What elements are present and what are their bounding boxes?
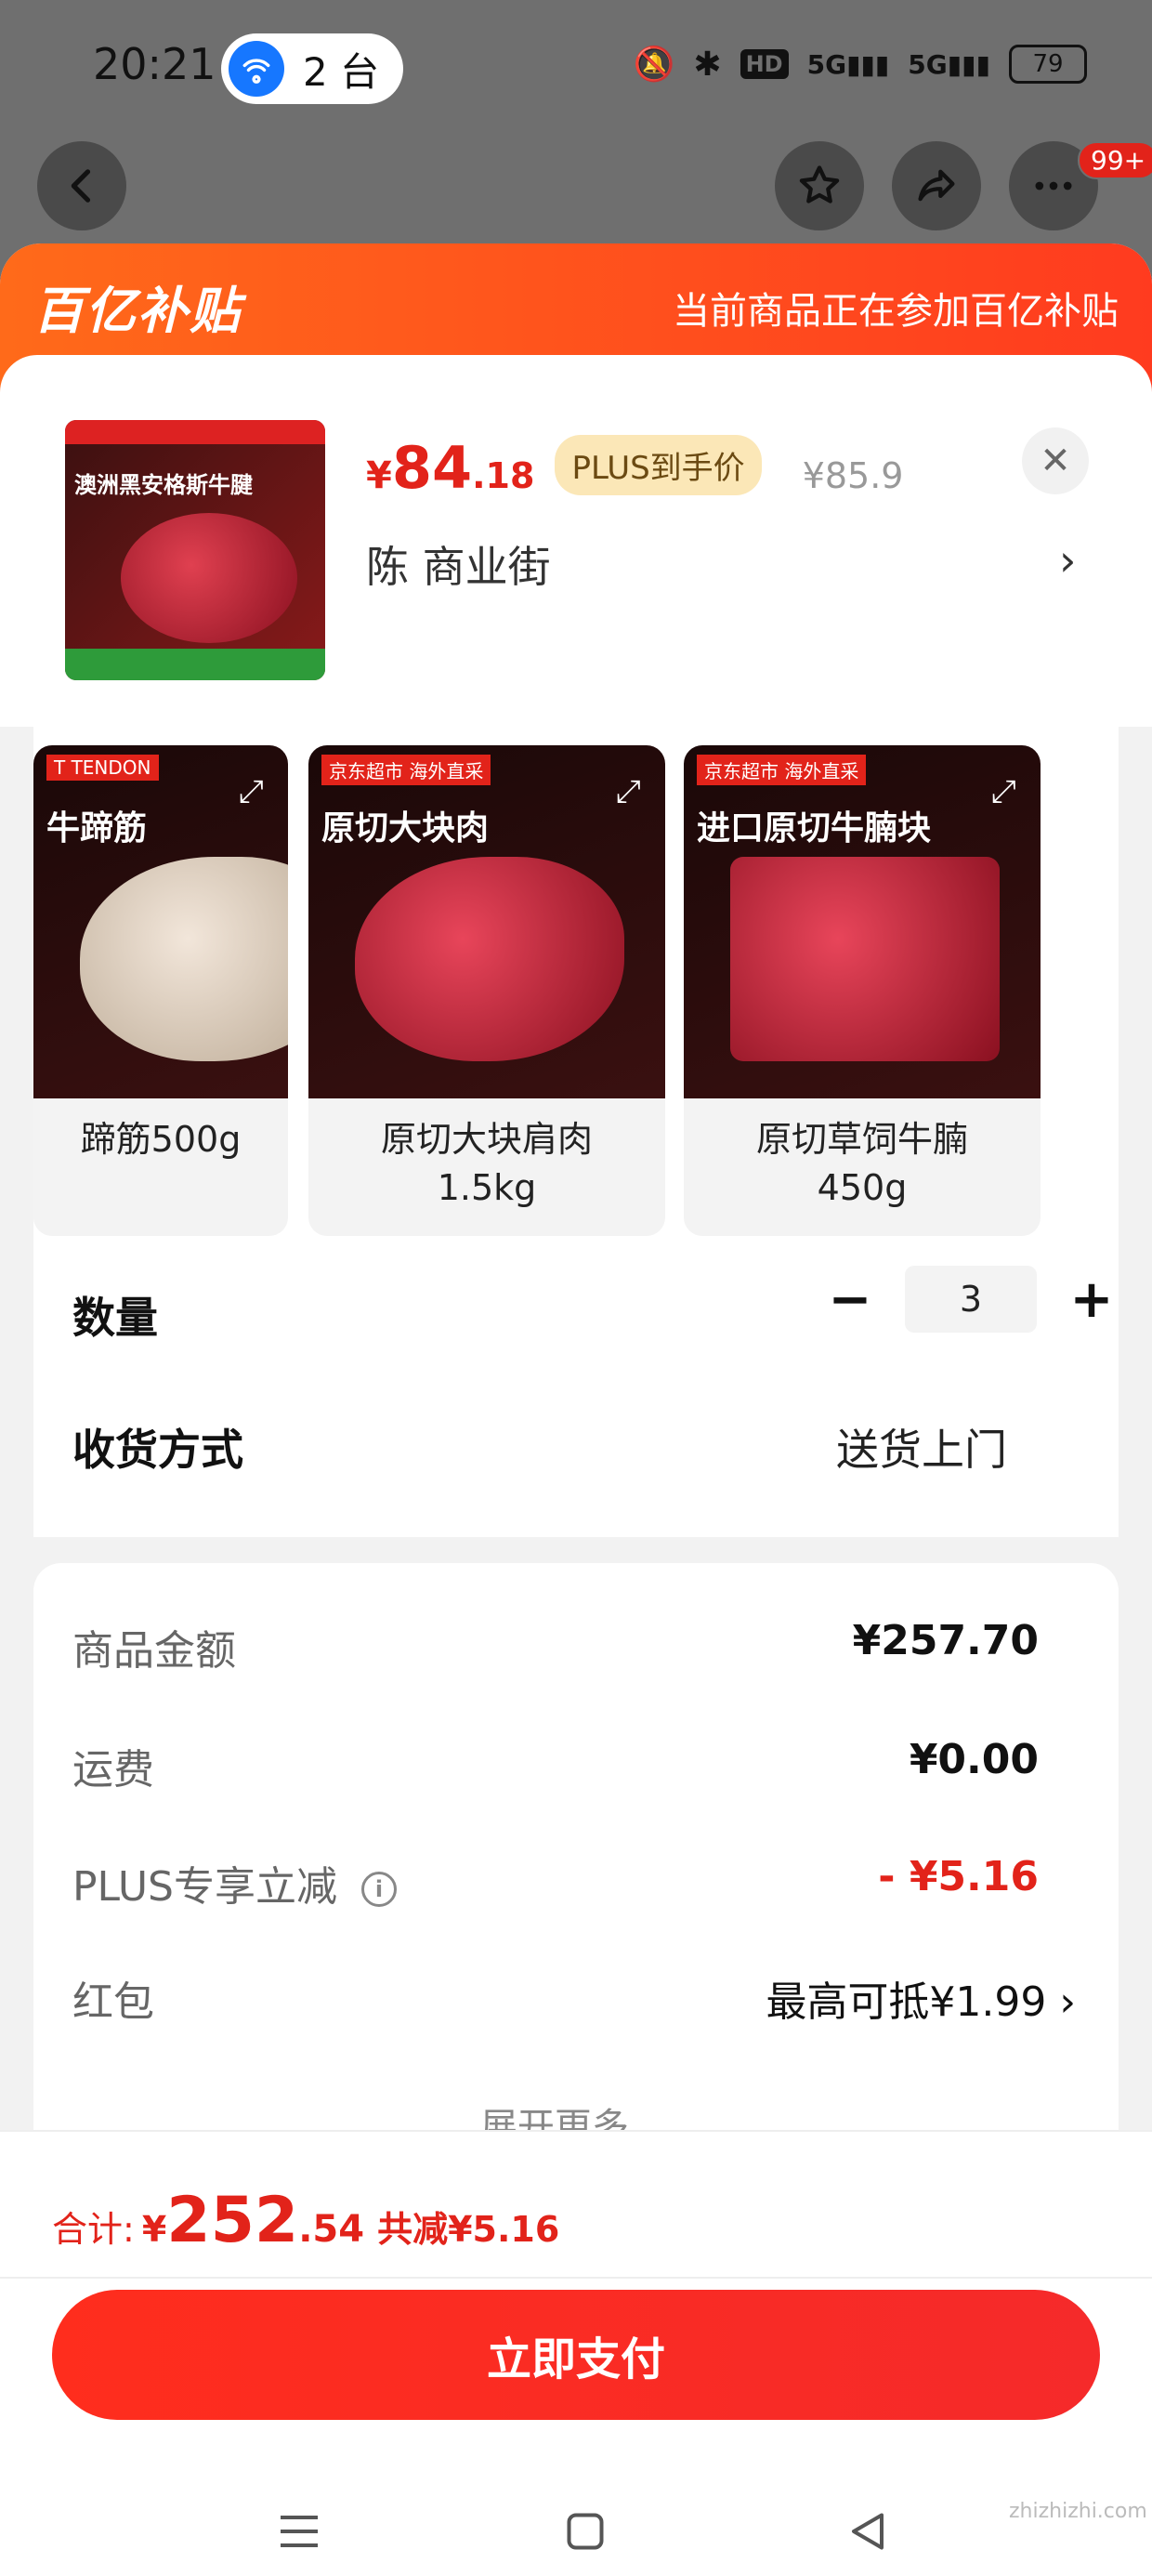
price-row: ¥ 84 .18 PLUS到手价 ¥85.9 (366, 434, 903, 505)
info-icon[interactable]: i (361, 1872, 397, 1907)
goods-amount-row: 商品金额 ¥257.70 (72, 1617, 1076, 1676)
variant-label: 蹄筋500g (80, 1119, 242, 1160)
watermark: zhizhizhi.com (1009, 2500, 1147, 2523)
freight-row: 运费 ¥0.00 (72, 1736, 1076, 1795)
freight-value: ¥0.00 (909, 1736, 1039, 1783)
favorite-button[interactable] (775, 141, 864, 230)
status-bar: 20:21 2 台 🔕 ✱ HD 5G▮▮▮ 5G▮▮▮ 79 (0, 0, 1152, 139)
variant-image: T TENDON 牛蹄筋 ⤢ (33, 745, 288, 1098)
purchase-sheet: 百亿补贴 当前商品正在参加百亿补贴 澳洲黑安格斯牛腱 ¥ 84 .18 PLUS… (0, 243, 1152, 2576)
back-icon[interactable] (840, 2504, 896, 2559)
plus-discount-value: - ¥5.16 (878, 1853, 1039, 1900)
red-packet-row[interactable]: 红包 最高可抵¥1.99 › (72, 1968, 1076, 2028)
variant-image-title: 进口原切牛腩块 (697, 809, 932, 848)
variant-selector: T TENDON 牛蹄筋 ⤢ 蹄筋500g 京东超市 海外直采 原切大块肉 ⤢ … (33, 719, 1119, 1537)
total-label: 合计: (52, 2209, 135, 2250)
close-button[interactable]: ✕ (1022, 427, 1089, 494)
product-thumbnail[interactable]: 澳洲黑安格斯牛腱 (65, 420, 325, 680)
price-decimal: .18 (472, 455, 535, 496)
shipping-method[interactable]: 送货上门 (836, 1416, 1007, 1478)
variant-tag: 京东超市 海外直采 (697, 755, 867, 785)
plus-price-tag: PLUS到手价 (555, 435, 762, 495)
close-icon: ✕ (1040, 440, 1071, 482)
subsidy-logo: 百亿补贴 (33, 282, 242, 340)
red-packet-label: 红包 (72, 1978, 154, 2026)
system-icons: 🔕 ✱ HD 5G▮▮▮ 5G▮▮▮ 79 (634, 45, 1087, 84)
home-icon[interactable] (557, 2504, 613, 2559)
expand-icon[interactable]: ⤢ (239, 773, 264, 810)
battery-icon: 79 (1009, 45, 1087, 84)
subsidy-notice: 当前商品正在参加百亿补贴 (673, 290, 1119, 333)
total-symbol: ¥ (141, 2209, 167, 2250)
total-saved: 共减¥5.16 (377, 2209, 560, 2250)
variant-label: 原切草饲牛腩 450g (755, 1119, 968, 1208)
hotspot-indicator[interactable]: 2 台 (221, 33, 403, 104)
goods-amount-value: ¥257.70 (852, 1617, 1039, 1664)
share-button[interactable] (892, 141, 981, 230)
variant-image-title: 牛蹄筋 (46, 809, 148, 848)
quantity-stepper: − 3 + (818, 1266, 1124, 1333)
variant-tag: 京东超市 海外直采 (321, 755, 491, 785)
clock: 20:21 (93, 39, 216, 89)
system-nav-bar (0, 2476, 1152, 2576)
quantity-input[interactable]: 3 (905, 1266, 1037, 1333)
variant-card[interactable]: T TENDON 牛蹄筋 ⤢ 蹄筋500g (33, 745, 288, 1236)
variant-image-title: 原切大块肉 (321, 809, 490, 848)
expand-icon[interactable]: ⤢ (616, 773, 641, 810)
increment-button[interactable]: + (1059, 1269, 1124, 1330)
checkout-bar: 合计: ¥ 252 .54 共减¥5.16 立即支付 (0, 2130, 1152, 2576)
original-price: ¥85.9 (802, 455, 904, 496)
variant-image: 京东超市 海外直采 原切大块肉 ⤢ (308, 745, 665, 1098)
more-dots-icon (1035, 181, 1072, 191)
menu-icon[interactable] (271, 2504, 327, 2559)
hotspot-count: 2 台 (303, 48, 380, 95)
shipping-label: 收货方式 (72, 1425, 243, 1475)
hd-icon: HD (740, 49, 789, 79)
delivery-address[interactable]: 陈 商业街 (366, 533, 551, 595)
quantity-label: 数量 (72, 1293, 158, 1343)
total-decimal: .54 (298, 2208, 365, 2251)
mute-icon: 🔕 (633, 46, 675, 84)
goods-amount-label: 商品金额 (72, 1627, 236, 1675)
price-symbol: ¥ (366, 454, 392, 497)
variant-label: 原切大块肩肉 1.5kg (380, 1119, 593, 1208)
signal-5g-icon-2: 5G▮▮▮ (908, 48, 990, 80)
expand-icon[interactable]: ⤢ (991, 773, 1016, 810)
wifi-hotspot-icon (229, 41, 284, 97)
pay-now-button[interactable]: 立即支付 (52, 2290, 1100, 2420)
total-integer: 252 (166, 2184, 299, 2257)
variant-card[interactable]: 京东超市 海外直采 原切大块肉 ⤢ 原切大块肩肉 1.5kg (308, 745, 665, 1236)
variant-image: 京东超市 海外直采 进口原切牛腩块 ⤢ (684, 745, 1041, 1098)
price-summary: 商品金额 ¥257.70 运费 ¥0.00 PLUS专享立减 i - ¥5.16 … (33, 1563, 1119, 2158)
product-thumbnail-title: 澳洲黑安格斯牛腱 (74, 472, 253, 498)
back-button[interactable] (37, 141, 126, 230)
freight-label: 运费 (72, 1746, 154, 1794)
red-packet-value: 最高可抵¥1.99 (766, 1978, 1047, 2026)
variant-card[interactable]: 京东超市 海外直采 进口原切牛腩块 ⤢ 原切草饲牛腩 450g (684, 745, 1041, 1236)
decrement-button[interactable]: − (818, 1269, 883, 1330)
message-badge: 99+ (1078, 141, 1152, 179)
product-card: 澳洲黑安格斯牛腱 ¥ 84 .18 PLUS到手价 ¥85.9 ✕ 陈 商业街 … (0, 355, 1152, 727)
chevron-right-icon[interactable]: › (1059, 535, 1076, 585)
order-total: 合计: ¥ 252 .54 共减¥5.16 (52, 2184, 559, 2257)
plus-discount-label: PLUS专享立减 (72, 1863, 337, 1911)
chevron-left-icon (71, 169, 91, 203)
price-integer: 84 (391, 434, 473, 502)
plus-discount-row: PLUS专享立减 i - ¥5.16 (72, 1853, 1076, 1912)
bluetooth-icon: ✱ (693, 45, 722, 84)
star-icon (799, 165, 840, 204)
signal-5g-icon: 5G▮▮▮ (806, 48, 890, 80)
chevron-right-icon: › (1046, 1978, 1076, 2026)
divider (0, 2277, 1152, 2279)
share-icon (918, 169, 955, 202)
variant-tag: T TENDON (46, 755, 159, 781)
